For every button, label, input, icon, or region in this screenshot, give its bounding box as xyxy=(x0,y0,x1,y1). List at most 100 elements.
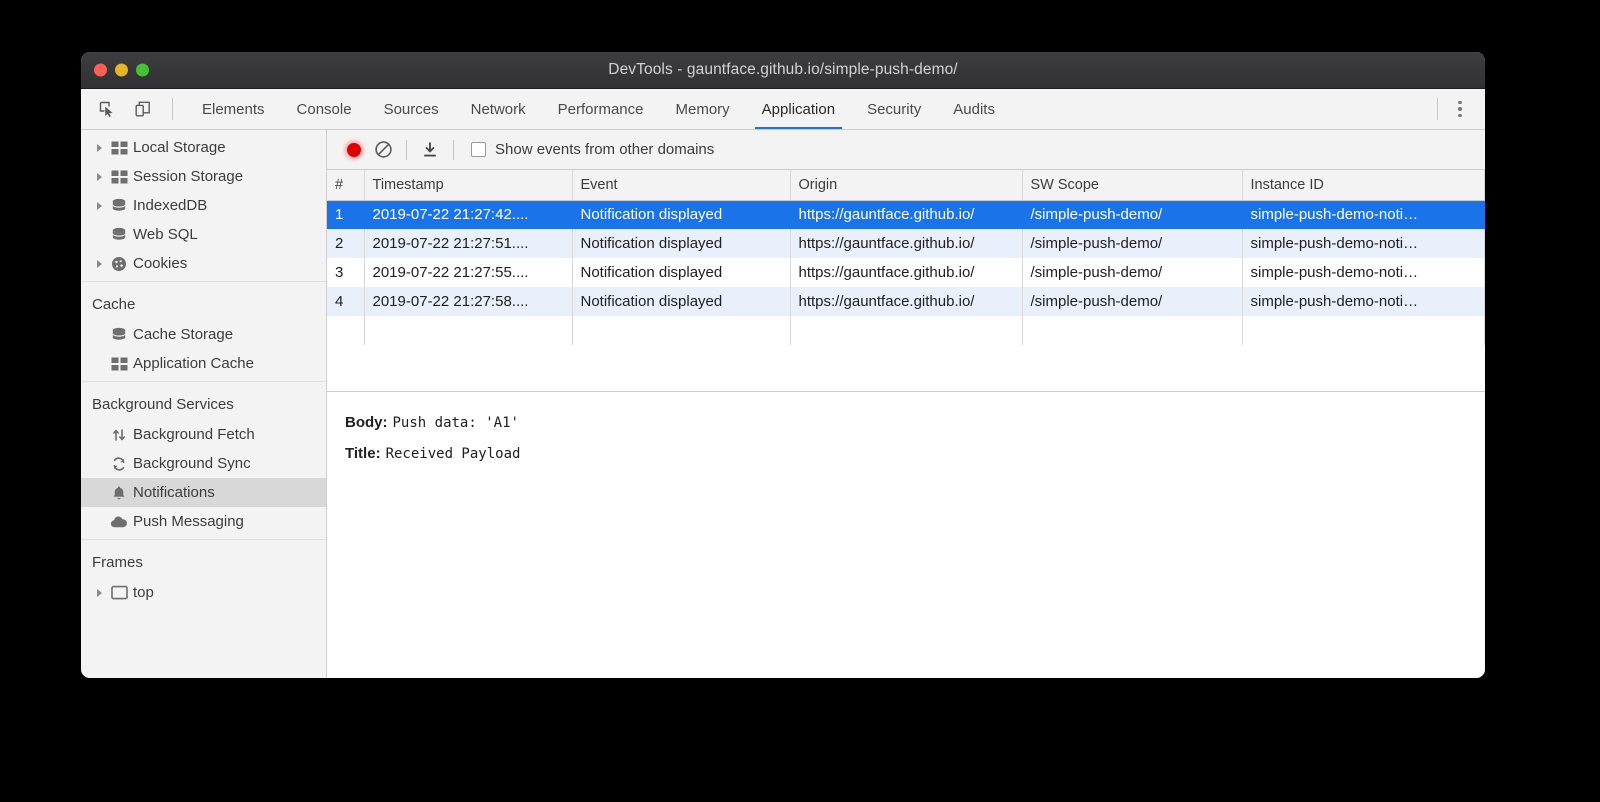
sidebar-item-label: Cookies xyxy=(133,255,187,272)
tab-memory[interactable]: Memory xyxy=(660,89,746,129)
sidebar-item-session-storage[interactable]: Session Storage xyxy=(81,162,326,191)
toolbar-divider-right xyxy=(1437,98,1438,120)
cell-sw-scope: /simple-push-demo/ xyxy=(1022,200,1242,229)
sidebar-item-web-sql[interactable]: Web SQL xyxy=(81,220,326,249)
chevron-right-icon[interactable] xyxy=(91,144,107,152)
table-icon xyxy=(107,170,131,184)
sidebar-item-label: Push Messaging xyxy=(133,513,244,530)
cell-num: 2 xyxy=(327,229,364,258)
tab-performance[interactable]: Performance xyxy=(542,89,660,129)
events-table: # Timestamp Event Origin SW Scope Instan… xyxy=(327,170,1485,345)
export-button[interactable] xyxy=(415,136,445,164)
table-row[interactable]: 4 2019-07-22 21:27:58.... Notification d… xyxy=(327,287,1485,316)
column-header-num[interactable]: # xyxy=(327,170,364,200)
cell-event: Notification displayed xyxy=(572,258,790,287)
sidebar-item-label: Application Cache xyxy=(133,355,254,372)
events-table-container[interactable]: # Timestamp Event Origin SW Scope Instan… xyxy=(327,170,1485,392)
notifications-panel: Show events from other domains # Timesta… xyxy=(327,130,1485,678)
cell-origin: https://gauntface.github.io/ xyxy=(790,258,1022,287)
sidebar-item-background-sync[interactable]: Background Sync xyxy=(81,449,326,478)
tab-elements[interactable]: Elements xyxy=(186,89,281,129)
table-row[interactable]: 1 2019-07-22 21:27:42.... Notification d… xyxy=(327,200,1485,229)
database-icon xyxy=(107,327,131,343)
sidebar-item-label: Notifications xyxy=(133,484,215,501)
detail-value: Received Payload xyxy=(386,446,521,462)
chevron-right-icon[interactable] xyxy=(91,589,107,597)
show-other-domains-checkbox[interactable]: Show events from other domains xyxy=(471,141,714,158)
sidebar-section-cache: Cache Cache Storage Application Cache xyxy=(81,281,326,381)
tab-label: Elements xyxy=(202,101,265,118)
cell-sw-scope: /simple-push-demo/ xyxy=(1022,287,1242,316)
tab-security[interactable]: Security xyxy=(851,89,937,129)
cell-timestamp: 2019-07-22 21:27:55.... xyxy=(364,258,572,287)
tab-sources[interactable]: Sources xyxy=(368,89,455,129)
cell-instance-id: simple-push-demo-noti… xyxy=(1242,287,1485,316)
download-icon xyxy=(421,141,439,159)
application-sidebar: Local Storage Session Storage xyxy=(81,130,327,678)
sidebar-section-title: Cache xyxy=(81,285,326,320)
tab-console[interactable]: Console xyxy=(281,89,368,129)
sidebar-item-push-messaging[interactable]: Push Messaging xyxy=(81,507,326,536)
panel-tabs: Elements Console Sources Network Perform… xyxy=(186,89,1011,129)
chevron-right-icon[interactable] xyxy=(91,260,107,268)
events-toolbar: Show events from other domains xyxy=(327,130,1485,170)
detail-row-body: Body: Push data: 'A1' xyxy=(345,414,1485,431)
minimize-button[interactable] xyxy=(115,64,128,77)
detail-value: Push data: 'A1' xyxy=(393,415,519,431)
chevron-right-icon[interactable] xyxy=(91,173,107,181)
cookie-icon xyxy=(107,256,131,272)
sidebar-item-top-frame[interactable]: top xyxy=(81,578,326,607)
sidebar-item-label: Cache Storage xyxy=(133,326,233,343)
tab-audits[interactable]: Audits xyxy=(937,89,1011,129)
column-header-origin[interactable]: Origin xyxy=(790,170,1022,200)
close-button[interactable] xyxy=(94,64,107,77)
maximize-button[interactable] xyxy=(136,64,149,77)
table-row[interactable]: 3 2019-07-22 21:27:55.... Notification d… xyxy=(327,258,1485,287)
more-options-icon[interactable] xyxy=(1447,96,1473,122)
inspect-element-icon[interactable] xyxy=(91,94,122,124)
cell-instance-id: simple-push-demo-noti… xyxy=(1242,258,1485,287)
checkbox-box[interactable] xyxy=(471,142,486,157)
sidebar-item-background-fetch[interactable]: Background Fetch xyxy=(81,420,326,449)
sidebar-item-application-cache[interactable]: Application Cache xyxy=(81,349,326,378)
column-header-instance-id[interactable]: Instance ID xyxy=(1242,170,1485,200)
cell-sw-scope: /simple-push-demo/ xyxy=(1022,229,1242,258)
detail-key: Title: xyxy=(345,445,381,462)
database-icon xyxy=(107,227,131,243)
sidebar-item-label: IndexedDB xyxy=(133,197,207,214)
sidebar-section-background-services: Background Services Background Fetch xyxy=(81,381,326,539)
table-body: 1 2019-07-22 21:27:42.... Notification d… xyxy=(327,200,1485,345)
chevron-right-icon[interactable] xyxy=(91,202,107,210)
sidebar-item-label: Session Storage xyxy=(133,168,243,185)
sidebar-item-notifications[interactable]: Notifications xyxy=(81,478,326,507)
column-header-sw-scope[interactable]: SW Scope xyxy=(1022,170,1242,200)
cell-event: Notification displayed xyxy=(572,287,790,316)
sidebar-item-cache-storage[interactable]: Cache Storage xyxy=(81,320,326,349)
record-button[interactable] xyxy=(340,136,368,164)
toolbar-divider xyxy=(406,140,407,160)
frame-icon xyxy=(107,585,131,600)
sidebar-item-cookies[interactable]: Cookies xyxy=(81,249,326,278)
devtools-tab-bar: Elements Console Sources Network Perform… xyxy=(81,89,1485,130)
column-header-event[interactable]: Event xyxy=(572,170,790,200)
device-toolbar-icon[interactable] xyxy=(127,94,158,124)
tab-network[interactable]: Network xyxy=(455,89,542,129)
table-icon xyxy=(107,357,131,371)
column-header-timestamp[interactable]: Timestamp xyxy=(364,170,572,200)
cell-origin: https://gauntface.github.io/ xyxy=(790,200,1022,229)
table-row[interactable]: 2 2019-07-22 21:27:51.... Notification d… xyxy=(327,229,1485,258)
sidebar-item-local-storage[interactable]: Local Storage xyxy=(81,133,326,162)
clear-icon xyxy=(374,140,393,159)
table-icon xyxy=(107,141,131,155)
sidebar-item-indexeddb[interactable]: IndexedDB xyxy=(81,191,326,220)
sidebar-section-frames: Frames top xyxy=(81,539,326,610)
cell-num: 4 xyxy=(327,287,364,316)
clear-button[interactable] xyxy=(368,136,398,164)
database-icon xyxy=(107,198,131,214)
tab-application[interactable]: Application xyxy=(746,89,851,129)
toolbar-divider xyxy=(172,98,173,120)
record-icon xyxy=(347,143,361,157)
tab-label: Audits xyxy=(953,101,995,118)
checkbox-label: Show events from other domains xyxy=(495,141,714,158)
table-header: # Timestamp Event Origin SW Scope Instan… xyxy=(327,170,1485,200)
